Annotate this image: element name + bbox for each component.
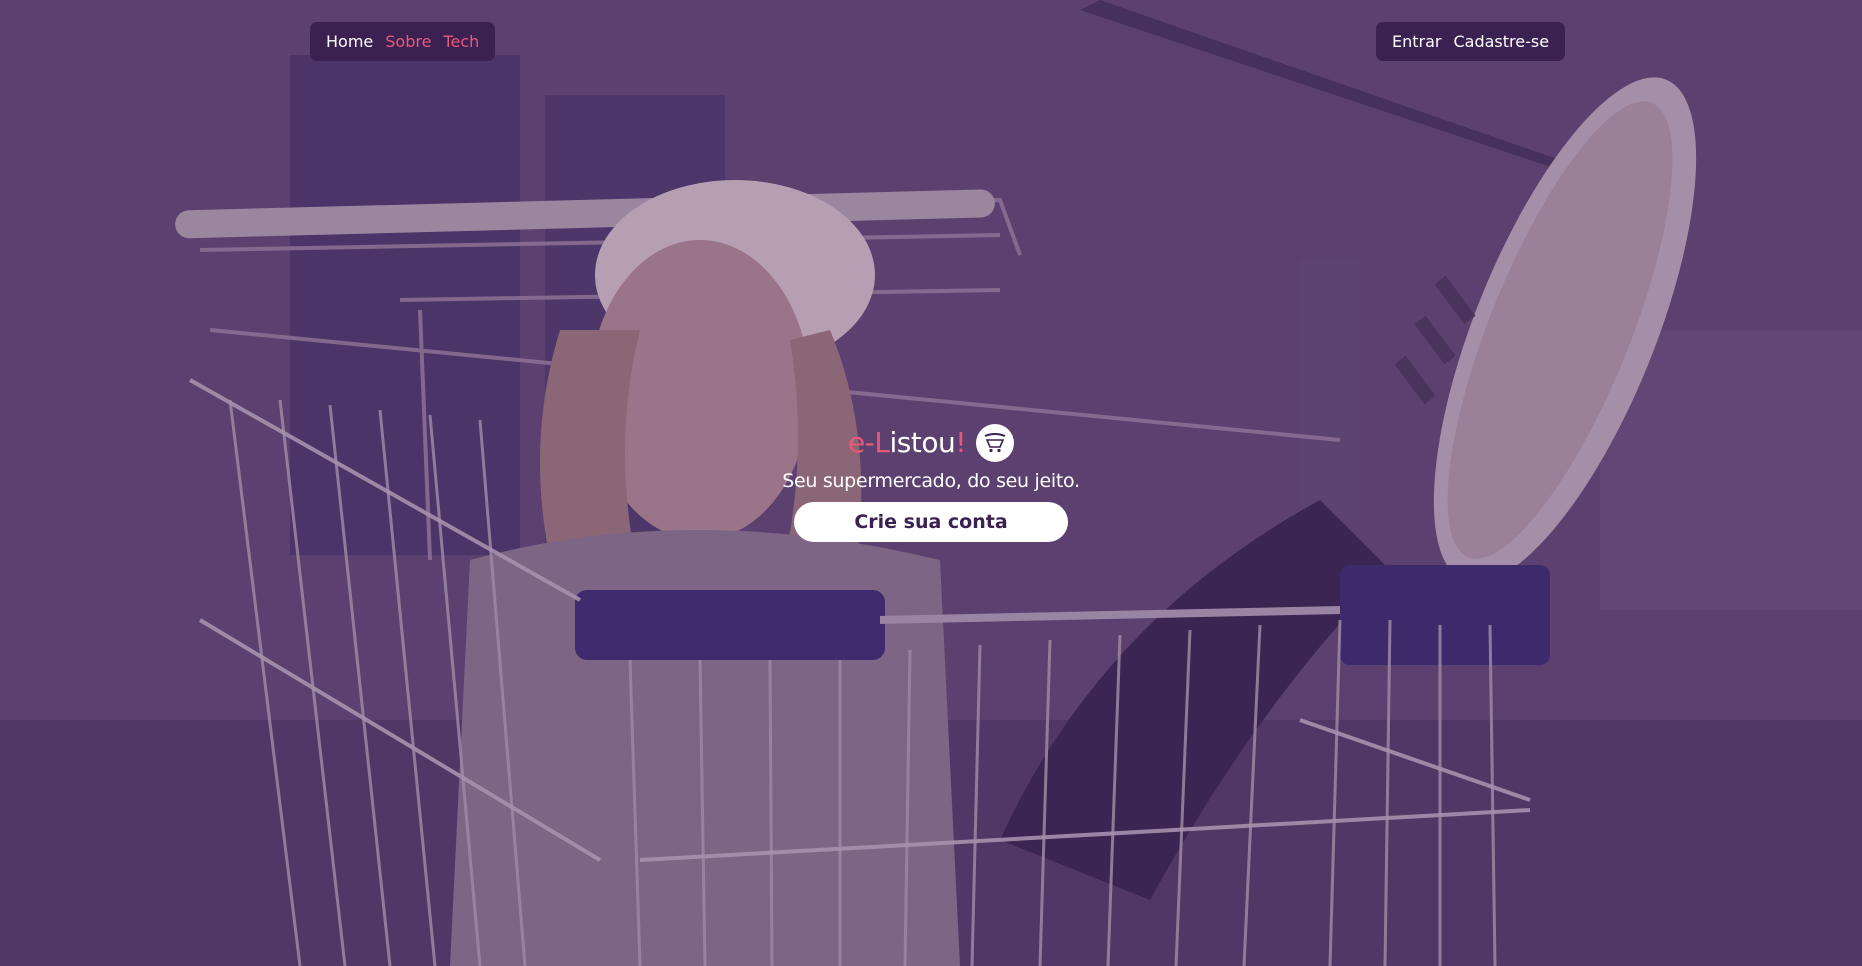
hero-tagline: Seu supermercado, do seu jeito. <box>782 470 1080 492</box>
signup-link[interactable]: Cadastre-se <box>1453 32 1549 51</box>
brand-logo: e-Listou! <box>848 422 1014 464</box>
nav-home-link[interactable]: Home <box>326 32 373 51</box>
create-account-button[interactable]: Crie sua conta <box>794 502 1068 542</box>
login-link[interactable]: Entrar <box>1392 32 1441 51</box>
logo-suffix: ! <box>955 426 966 459</box>
shopping-cart-icon <box>975 424 1014 462</box>
nav-sobre-link[interactable]: Sobre <box>385 32 431 51</box>
nav-tech-link[interactable]: Tech <box>443 32 479 51</box>
main-nav: Home Sobre Tech <box>310 22 496 61</box>
hero-content: e-Listou! Seu supermercado, do seu jeito… <box>0 422 1862 542</box>
logo-main: istou <box>889 426 956 459</box>
logo-prefix: e-L <box>848 426 890 459</box>
logo-wordmark: e-Listou! <box>848 429 966 457</box>
auth-nav: Entrar Cadastre-se <box>1376 22 1566 61</box>
